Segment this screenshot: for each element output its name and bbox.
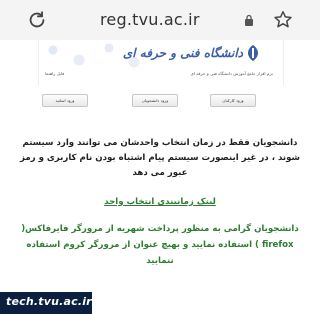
browser-url-bar: reg.tvu.ac.ir: [0, 0, 320, 41]
url-text[interactable]: reg.tvu.ac.ir: [100, 10, 200, 29]
login-notice: دانشجویان فقط در زمان انتخاب واحدشان می …: [19, 138, 300, 178]
lock-icon: [245, 14, 253, 26]
timing-link[interactable]: لینک زمانبندی انتخاب واحد: [18, 197, 302, 207]
notice-section: دانشجویان فقط در زمان انتخاب واحدشان می …: [18, 136, 302, 269]
site-banner: دانشگاه فنی و حرفه ای نرم افزار جامع آمو…: [38, 40, 284, 86]
teacher-login-button[interactable]: ورود اساتید: [42, 94, 88, 107]
watermark-text: tech.tvu.ac.ir: [6, 295, 92, 308]
login-buttons: ورود کارکنان ورود دانشجویان ورود اساتید: [38, 94, 282, 114]
reload-icon[interactable]: [26, 9, 48, 31]
university-logo-text: دانشگاه فنی و حرفه ای: [122, 46, 243, 60]
help-file-link[interactable]: فایل راهنما: [45, 71, 64, 76]
staff-login-button[interactable]: ورود کارکنان: [210, 94, 256, 107]
student-login-button[interactable]: ورود دانشجویان: [132, 94, 178, 107]
banner-subtitle: نرم افزار جامع آموزش دانشگاه فنی و حرفه …: [190, 71, 274, 76]
watermark: tech.tvu.ac.ir: [0, 292, 92, 314]
star-icon[interactable]: [272, 9, 294, 31]
browser-notice: دانشجویان گرامی به منظور پرداخت شهریه از…: [21, 224, 299, 266]
page-content: دانشگاه فنی و حرفه ای نرم افزار جامع آمو…: [0, 40, 320, 314]
university-logo-icon: [248, 45, 258, 61]
